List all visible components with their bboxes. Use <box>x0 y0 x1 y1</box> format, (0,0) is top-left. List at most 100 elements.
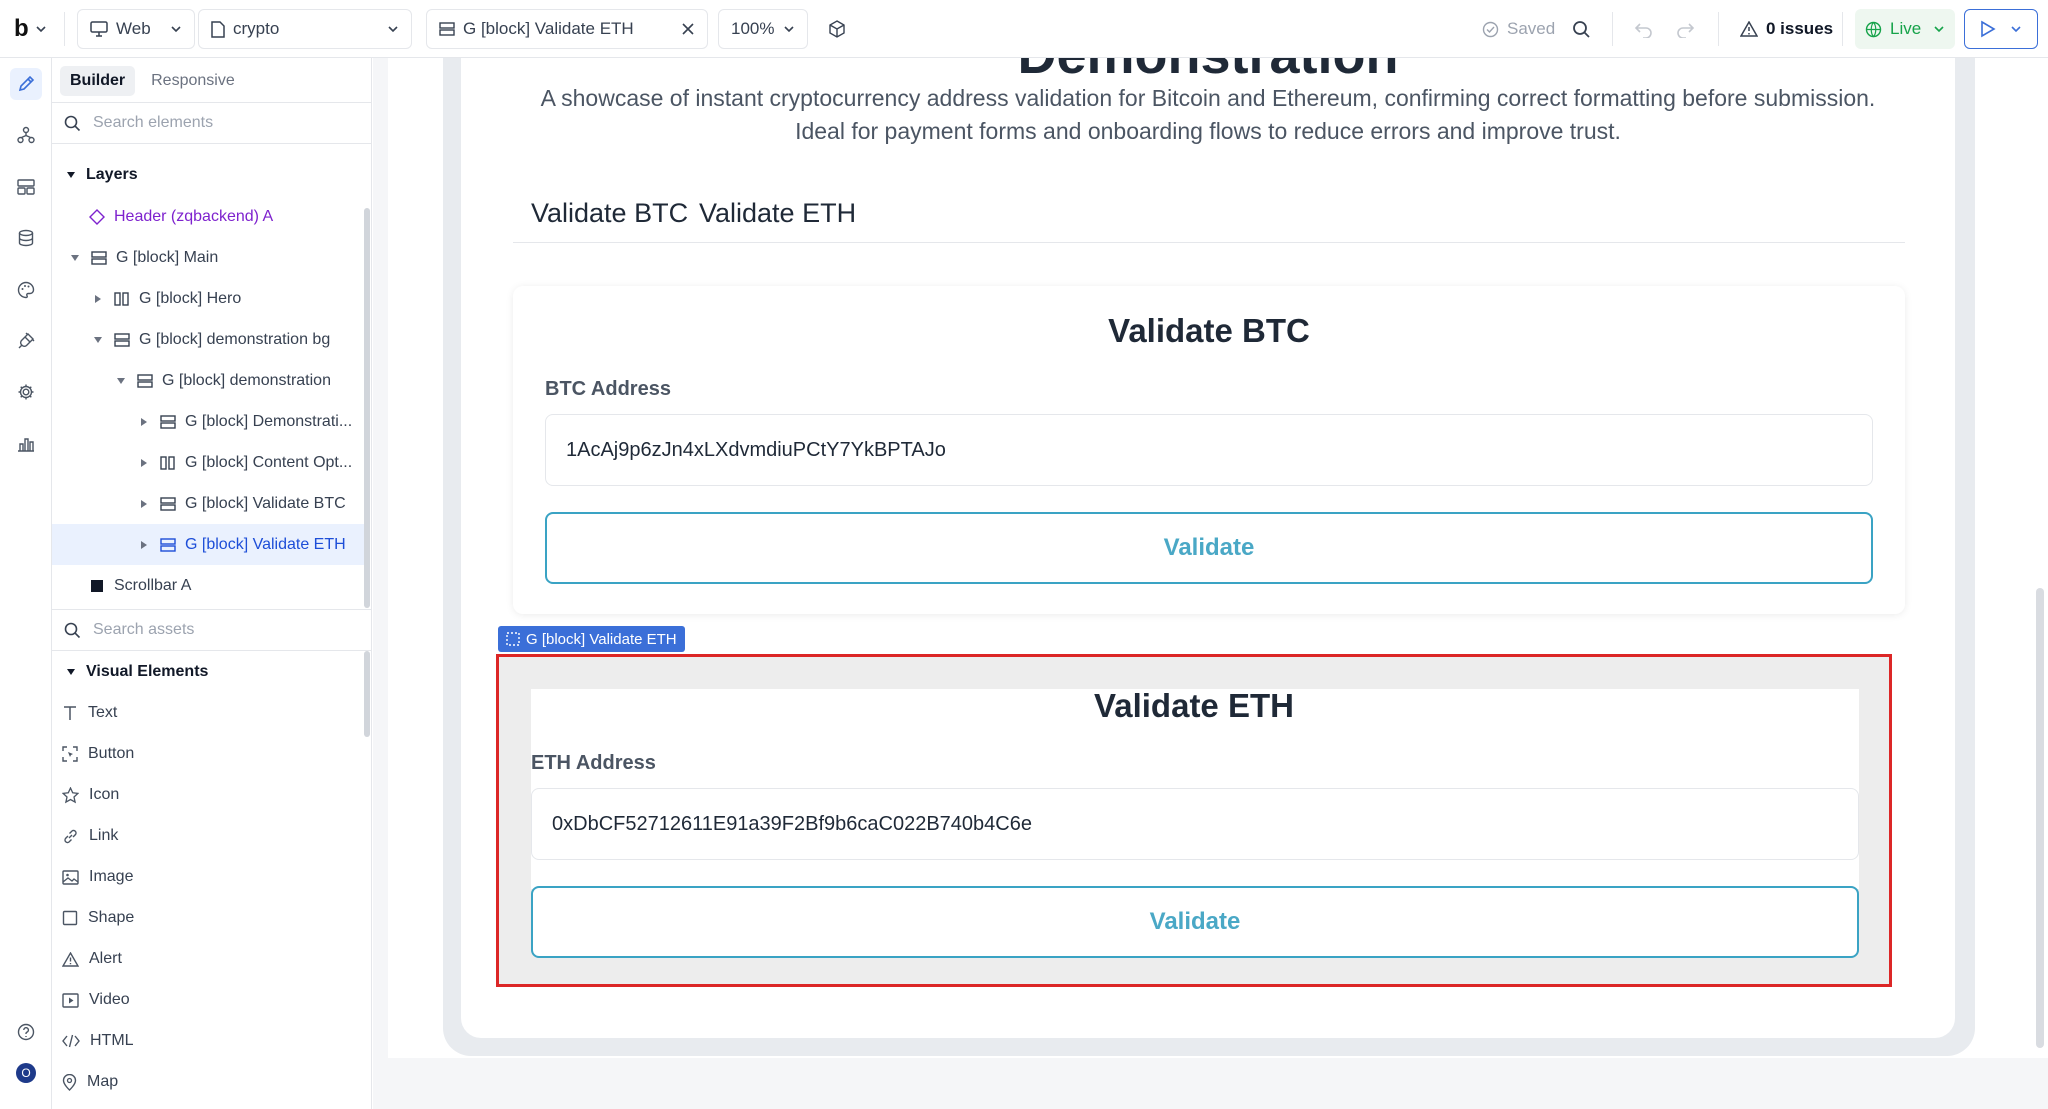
search-assets-field[interactable]: Search assets <box>52 609 372 651</box>
group-icon <box>159 495 177 513</box>
assets-scrollbar[interactable] <box>364 651 370 737</box>
chevron-down-icon <box>1933 23 1945 35</box>
search-button[interactable] <box>1572 9 1591 49</box>
tab-responsive[interactable]: Responsive <box>141 66 245 96</box>
asset-button[interactable]: Button <box>62 739 134 769</box>
chevron-down-icon <box>170 23 182 35</box>
chevron-down-icon <box>783 23 795 35</box>
demonstration-block[interactable]: Demonstration A showcase of instant cryp… <box>461 58 1955 1038</box>
layer-demonstration[interactable]: G [block] demonstration <box>52 360 364 401</box>
elements-panel: Builder Responsive Search elements Layer… <box>52 58 372 1109</box>
page-dropdown[interactable]: crypto <box>198 9 412 49</box>
layer-demonstration-title[interactable]: G [block] Demonstrati... <box>52 401 364 442</box>
selected-validate-eth-block[interactable]: Validate ETH ETH Address 0xDbCF52712611E… <box>496 654 1892 987</box>
tab-validate-eth[interactable]: Validate ETH <box>699 198 856 229</box>
asset-video[interactable]: Video <box>62 985 130 1015</box>
asset-link[interactable]: Link <box>62 821 118 851</box>
cube-icon-button[interactable] <box>828 9 846 49</box>
asset-text[interactable]: Text <box>62 698 117 728</box>
components-tab[interactable] <box>10 171 42 203</box>
asset-image[interactable]: Image <box>62 862 133 892</box>
layer-hero[interactable]: G [block] Hero <box>52 278 364 319</box>
divider <box>1718 12 1719 46</box>
cube-icon <box>828 20 846 38</box>
tab-validate-btc[interactable]: Validate BTC <box>531 198 688 229</box>
help-button[interactable] <box>10 1016 42 1048</box>
layer-validate-eth[interactable]: G [block] Validate ETH <box>52 524 364 565</box>
database-icon <box>18 229 34 247</box>
canvas-scrollbar[interactable] <box>2036 588 2044 1048</box>
eth-validate-button[interactable]: Validate <box>531 886 1859 958</box>
app-logo-menu[interactable]: b <box>14 9 47 49</box>
live-label: Live <box>1890 19 1922 38</box>
data-tab[interactable] <box>10 222 42 254</box>
demonstration-bg[interactable]: Demonstration A showcase of instant cryp… <box>443 58 1975 1056</box>
platform-dropdown[interactable]: Web <box>77 9 195 49</box>
visual-elements-heading[interactable]: Visual Elements <box>66 663 208 681</box>
code-icon <box>62 1034 80 1048</box>
link-icon <box>62 828 79 845</box>
asset-map[interactable]: Map <box>62 1067 118 1097</box>
selection-badge-label: G [block] Validate ETH <box>526 630 677 648</box>
live-version-dropdown[interactable]: Live <box>1855 9 1955 49</box>
asset-label: HTML <box>90 1032 134 1049</box>
issues-button[interactable]: 0 issues <box>1740 9 1833 49</box>
asset-shape[interactable]: Shape <box>62 903 134 933</box>
btc-address-input[interactable]: 1AcAj9p6zJn4xLXdvmdiuPCtY7YkBPTAJo <box>545 414 1873 486</box>
btc-card-title: Validate BTC <box>1108 312 1310 349</box>
eth-address-label: ETH Address <box>531 752 656 774</box>
layer-label: Scrollbar A <box>114 576 192 594</box>
layer-label: G [block] demonstration bg <box>139 330 331 348</box>
palette-icon <box>17 281 35 299</box>
design-tab[interactable] <box>10 68 42 100</box>
layer-label: G [block] Main <box>116 248 219 266</box>
undo-icon <box>1634 21 1653 38</box>
redo-button[interactable] <box>1676 9 1695 49</box>
validate-btc-card[interactable]: Validate BTC BTC Address 1AcAj9p6zJn4xLX… <box>513 286 1905 614</box>
columns-icon <box>113 290 131 308</box>
page-preview: Demonstration A showcase of instant cryp… <box>388 58 2048 1058</box>
preview-button[interactable] <box>1964 9 2038 49</box>
search-elements-field[interactable]: Search elements <box>52 102 372 144</box>
asset-icon[interactable]: Icon <box>62 780 119 810</box>
redo-icon <box>1676 21 1695 38</box>
star-icon <box>62 786 79 804</box>
logs-tab[interactable] <box>10 428 42 460</box>
undo-button[interactable] <box>1634 9 1653 49</box>
layer-main[interactable]: G [block] Main <box>52 237 364 278</box>
close-icon[interactable] <box>681 22 695 36</box>
chevron-down-icon <box>35 23 47 35</box>
eth-address-input[interactable]: 0xDbCF52712611E91a39F2Bf9b6caC022B740b4C… <box>531 788 1859 860</box>
open-element-tab[interactable]: G [block] Validate ETH <box>426 9 708 49</box>
layers-scrollbar[interactable] <box>364 208 370 608</box>
styles-tab[interactable] <box>10 274 42 306</box>
asset-label: Icon <box>89 786 120 803</box>
tab-builder[interactable]: Builder <box>60 66 136 96</box>
layer-validate-btc[interactable]: G [block] Validate BTC <box>52 483 364 524</box>
caret-right-icon <box>137 538 151 552</box>
asset-label: Image <box>89 868 134 885</box>
zoom-dropdown[interactable]: 100% <box>718 9 808 49</box>
layer-scrollbar[interactable]: Scrollbar A <box>52 565 364 606</box>
caret-right-icon <box>137 456 151 470</box>
asset-alert[interactable]: Alert <box>62 944 122 974</box>
asset-label: Shape <box>88 909 135 926</box>
account-avatar[interactable]: O <box>10 1057 42 1089</box>
editor-canvas[interactable]: Demonstration A showcase of instant cryp… <box>373 58 2048 1109</box>
btc-validate-button[interactable]: Validate <box>545 512 1873 584</box>
open-element-label: G [block] Validate ETH <box>463 19 634 38</box>
plugins-tab[interactable] <box>10 325 42 357</box>
layer-header[interactable]: Header (zqbackend) A <box>52 196 364 237</box>
layers-heading[interactable]: Layers <box>66 166 138 184</box>
caret-right-icon <box>137 415 151 429</box>
layer-demonstration-bg[interactable]: G [block] demonstration bg <box>52 319 364 360</box>
layer-content-options[interactable]: G [block] Content Opt... <box>52 442 364 483</box>
video-icon <box>62 992 79 1008</box>
btc-address-value: 1AcAj9p6zJn4xLXdvmdiuPCtY7YkBPTAJo <box>566 438 946 461</box>
asset-html[interactable]: HTML <box>62 1026 134 1056</box>
settings-tab[interactable] <box>10 376 42 408</box>
group-icon <box>113 331 131 349</box>
page-icon <box>211 20 225 38</box>
workflow-tab[interactable] <box>10 119 42 151</box>
group-icon <box>136 372 154 390</box>
